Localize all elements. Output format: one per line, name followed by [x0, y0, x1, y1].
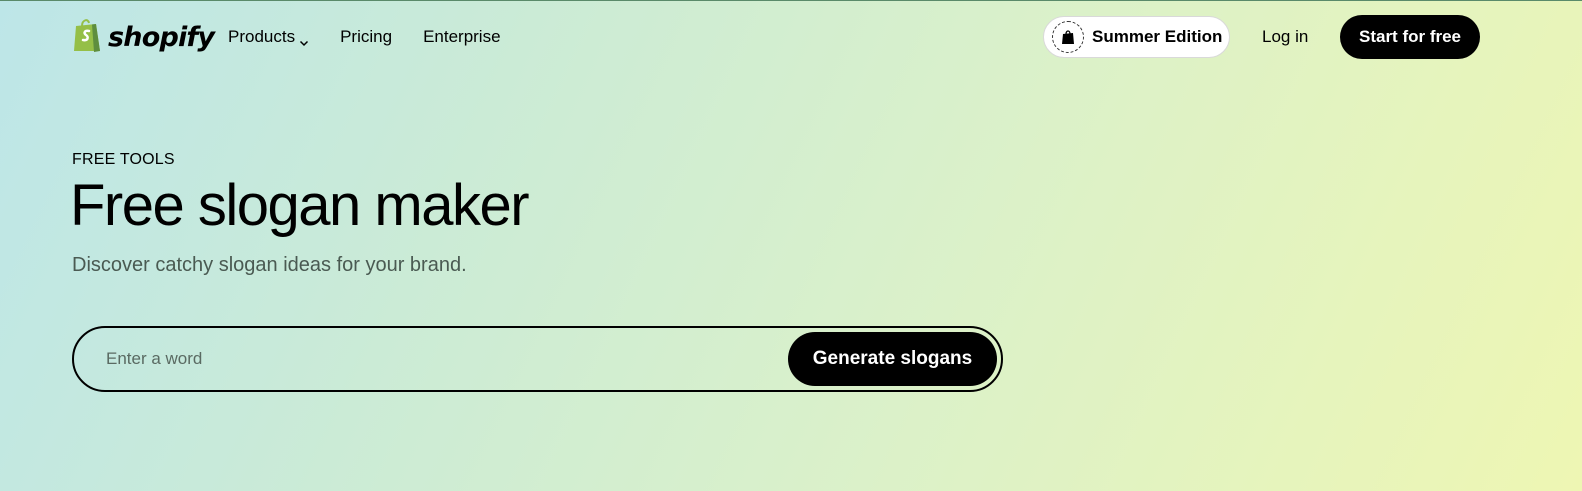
summer-edition-label: Summer Edition: [1092, 27, 1223, 46]
summer-edition-button[interactable]: Summer Edition: [1043, 16, 1230, 58]
shopify-logo[interactable]: shopify: [72, 17, 215, 58]
slogan-form: Generate slogans: [72, 326, 1003, 392]
word-input[interactable]: [74, 328, 788, 390]
shopify-edition-badge-icon: [1052, 21, 1084, 53]
generate-slogans-button[interactable]: Generate slogans: [788, 332, 997, 386]
main-nav: Products Pricing Enterprise: [228, 26, 532, 48]
eyebrow-label: FREE TOOLS: [72, 151, 175, 168]
chevron-down-icon: [299, 32, 309, 47]
nav-pricing[interactable]: Pricing: [340, 26, 392, 48]
page-title: Free slogan maker: [70, 173, 530, 238]
nav-enterprise[interactable]: Enterprise: [423, 26, 500, 48]
start-for-free-button[interactable]: Start for free: [1340, 15, 1480, 59]
page-subtitle: Discover catchy slogan ideas for your br…: [72, 254, 467, 276]
site-header: shopify Products Pricing Enterprise Summ…: [0, 0, 1582, 75]
login-link[interactable]: Log in: [1262, 26, 1308, 48]
shopify-bag-icon: [72, 17, 104, 58]
nav-products[interactable]: Products: [228, 26, 309, 48]
logo-wordmark: shopify: [108, 21, 215, 53]
nav-products-label: Products: [228, 27, 296, 46]
